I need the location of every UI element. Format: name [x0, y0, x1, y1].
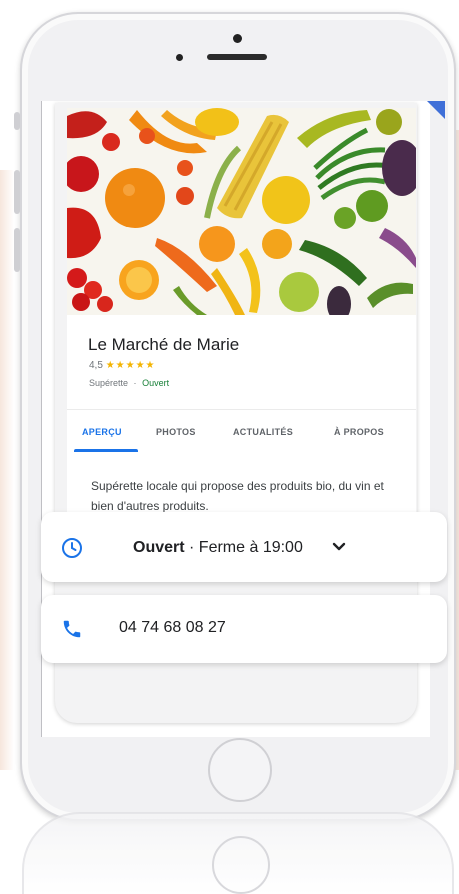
- tab-actualites[interactable]: ACTUALITÉS: [233, 427, 293, 437]
- phone-volume-down: [14, 228, 20, 272]
- clock-icon: [62, 538, 82, 558]
- business-name: Le Marché de Marie: [88, 335, 240, 354]
- front-camera: [233, 34, 242, 43]
- hours-status: Ouvert: [133, 539, 185, 556]
- phone-number[interactable]: 04 74 68 08 27: [119, 619, 226, 637]
- chevron-down-icon[interactable]: [331, 538, 347, 554]
- screen-corner-accent: [427, 101, 445, 119]
- rating-row[interactable]: 4,5 ★★★★★: [89, 360, 156, 371]
- phone-mute-switch: [14, 112, 20, 130]
- home-button[interactable]: [208, 738, 272, 802]
- tab-bar: APERÇU PHOTOS ACTUALITÉS À PROPOS: [67, 409, 416, 453]
- business-category: Supérette: [89, 378, 129, 388]
- hours-text: Ouvert · Ferme à 19:00: [133, 539, 303, 557]
- home-button-reflection: [212, 836, 270, 894]
- vegetables-image: [67, 108, 416, 315]
- tab-photos[interactable]: PHOTOS: [156, 427, 196, 437]
- rating-value: 4,5: [89, 360, 103, 371]
- description-text: Supérette locale qui propose des produit…: [91, 479, 384, 513]
- phone-icon: [63, 620, 81, 638]
- hours-detail: · Ferme à 19:00: [184, 539, 303, 556]
- tab-a-propos[interactable]: À PROPOS: [334, 427, 384, 437]
- business-info: Le Marché de Marie 4,5 ★★★★★ Supérette ·…: [67, 315, 416, 409]
- rating-stars: ★★★★★: [105, 360, 156, 371]
- tab-apercu[interactable]: APERÇU: [82, 427, 122, 437]
- background-glow-left: [0, 170, 14, 770]
- business-meta: Supérette · Ouvert: [89, 378, 169, 388]
- business-cover-photo[interactable]: [67, 108, 416, 315]
- open-status: Ouvert: [142, 378, 170, 388]
- phone-card[interactable]: 04 74 68 08 27: [41, 595, 447, 663]
- earpiece-speaker: [207, 54, 267, 60]
- sensor: [176, 54, 183, 61]
- hours-card[interactable]: Ouvert · Ferme à 19:00: [41, 512, 447, 582]
- meta-separator: ·: [133, 378, 137, 388]
- phone-volume-up: [14, 170, 20, 214]
